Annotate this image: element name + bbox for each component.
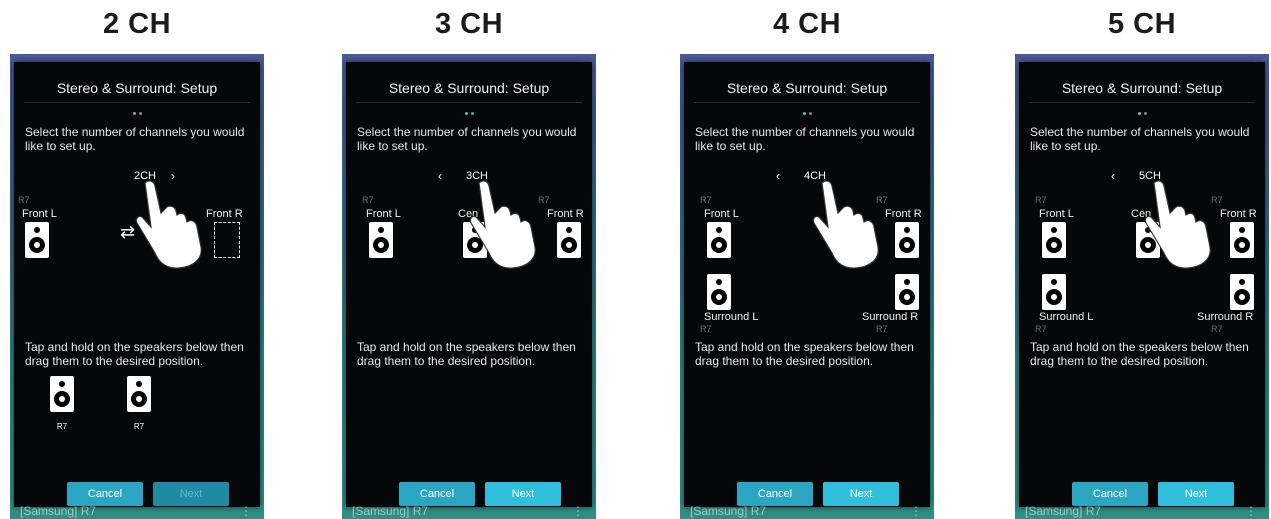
speaker-model-tag: R7 (876, 324, 888, 334)
front-left-label: Front L (1039, 208, 1074, 220)
phone-screen: ‹ ✻ Stereo & Surround: Setup Select the … (10, 54, 264, 519)
phone-screen: ‹ ✻ Stereo & Surround: Setup Select the … (342, 54, 596, 519)
speaker-model-tag: R7 (1211, 324, 1223, 334)
front-left-label: Front L (366, 208, 401, 220)
panel-3ch: 3 CH ‹ ✻ Stereo & Surround: Setup Select… (342, 0, 596, 519)
chevron-left-icon[interactable]: ‹ (1111, 169, 1115, 183)
panel-4ch: 4 CH ‹ ✻ Stereo & Surround: Setup Select… (680, 0, 934, 519)
speaker-model-tag: R7 (700, 195, 712, 205)
dialog-divider (1029, 102, 1255, 103)
page-indicator (346, 112, 592, 118)
panel-heading: 5 CH (1107, 8, 1177, 40)
footer-device-name: [Samsung] R7 (1025, 504, 1102, 518)
page-dot (470, 112, 474, 115)
more-vertical-icon[interactable]: ⋮ (572, 503, 584, 519)
background-footer: [Samsung] R7 ⋮ (1015, 503, 1269, 519)
front-right-label: Front R (206, 208, 243, 220)
footer-device-name: [Samsung] R7 (20, 504, 97, 518)
speaker-icon[interactable] (369, 222, 393, 258)
footer-device-name: [Samsung] R7 (352, 504, 429, 518)
chevron-left-icon[interactable]: ‹ (776, 169, 780, 183)
front-right-label: Front R (1220, 208, 1257, 220)
page-dot-active (464, 112, 468, 115)
surround-right-label: Surround R (1197, 311, 1254, 323)
chevron-left-icon[interactable]: ‹ (438, 169, 442, 183)
panel-heading: 4 CH (772, 8, 842, 40)
panel-5ch: 5 CH ‹ ✻ Stereo & Surround: Setup Select… (1015, 0, 1269, 519)
dialog-title: Stereo & Surround: Setup (726, 80, 888, 96)
speaker-icon[interactable] (1230, 274, 1254, 310)
panel-heading: 2 CH (102, 8, 172, 40)
page-indicator (14, 112, 260, 118)
speaker-icon[interactable] (557, 222, 581, 258)
surround-right-label: Surround R (862, 311, 919, 323)
speaker-name: R7 (56, 422, 68, 431)
speaker-model-tag: R7 (1035, 324, 1047, 334)
panel-heading: 3 CH (434, 8, 504, 40)
tap-hand-icon (812, 180, 879, 269)
dialog-divider (694, 102, 920, 103)
speaker-model-tag: R7 (700, 324, 712, 334)
speaker-icon[interactable] (707, 222, 731, 258)
instruction-text: Select the number of channels you would … (695, 125, 915, 153)
speaker-name: R7 (133, 422, 145, 431)
speaker-model-tag: R7 (362, 195, 374, 205)
front-right-label: Front R (885, 208, 922, 220)
surround-left-label: Surround L (1039, 311, 1094, 323)
page-dot (138, 112, 142, 115)
speaker-model-tag: R7 (1035, 195, 1047, 205)
page-dot-active (1137, 112, 1141, 115)
speaker-icon[interactable] (707, 274, 731, 310)
instruction-text: Tap and hold on the speakers below then … (357, 340, 576, 368)
page-dot (808, 112, 812, 115)
page-dot-active (802, 112, 806, 115)
speaker-icon[interactable] (50, 376, 74, 412)
tap-hand-icon (135, 180, 202, 269)
background-footer: [Samsung] R7 ⋮ (342, 503, 596, 519)
page-dot (1143, 112, 1147, 115)
panel-2ch: 2 CH ‹ ✻ Stereo & Surround: Setup Select… (10, 0, 264, 519)
speaker-icon[interactable] (1042, 274, 1066, 310)
instruction-text: Select the number of channels you would … (1030, 125, 1250, 153)
speaker-icon[interactable] (895, 222, 919, 258)
setup-dialog: Stereo & Surround: Setup Select the numb… (14, 62, 260, 507)
setup-dialog: Stereo & Surround: Setup Select the numb… (1019, 62, 1265, 507)
dialog-title: Stereo & Surround: Setup (388, 80, 550, 96)
surround-left-label: Surround L (704, 311, 759, 323)
speaker-drop-slot[interactable] (214, 222, 240, 258)
page-indicator (1019, 112, 1265, 118)
speaker-icon[interactable] (25, 222, 49, 258)
dialog-divider (356, 102, 582, 103)
more-vertical-icon[interactable]: ⋮ (1245, 503, 1257, 519)
setup-dialog: Stereo & Surround: Setup Select the numb… (684, 62, 930, 507)
tap-hand-icon (1144, 180, 1211, 269)
more-vertical-icon[interactable]: ⋮ (910, 503, 922, 519)
instruction-text: Select the number of channels you would … (25, 125, 245, 153)
speaker-model-tag: R7 (18, 195, 30, 205)
front-left-label: Front L (22, 208, 57, 220)
footer-device-name: [Samsung] R7 (690, 504, 767, 518)
dialog-divider (24, 102, 250, 103)
front-right-label: Front R (547, 208, 584, 220)
page-dot-active (132, 112, 136, 115)
speaker-icon[interactable] (1230, 222, 1254, 258)
front-left-label: Front L (704, 208, 739, 220)
instruction-text: Tap and hold on the speakers below then … (1030, 340, 1249, 368)
setup-dialog: Stereo & Surround: Setup Select the numb… (346, 62, 592, 507)
dialog-title: Stereo & Surround: Setup (56, 80, 218, 96)
tap-hand-icon (469, 180, 536, 269)
background-footer: [Samsung] R7 ⋮ (10, 503, 264, 519)
phone-screen: ‹ ✻ Stereo & Surround: Setup Select the … (680, 54, 934, 519)
instruction-text: Tap and hold on the speakers below then … (25, 340, 244, 368)
more-vertical-icon[interactable]: ⋮ (240, 503, 252, 519)
page-indicator (684, 112, 930, 118)
speaker-icon[interactable] (127, 376, 151, 412)
instruction-text: Tap and hold on the speakers below then … (695, 340, 914, 368)
instruction-text: Select the number of channels you would … (357, 125, 577, 153)
background-footer: [Samsung] R7 ⋮ (680, 503, 934, 519)
phone-screen: ‹ ✻ Stereo & Surround: Setup Select the … (1015, 54, 1269, 519)
speaker-icon[interactable] (1042, 222, 1066, 258)
speaker-icon[interactable] (895, 274, 919, 310)
dialog-title: Stereo & Surround: Setup (1061, 80, 1223, 96)
